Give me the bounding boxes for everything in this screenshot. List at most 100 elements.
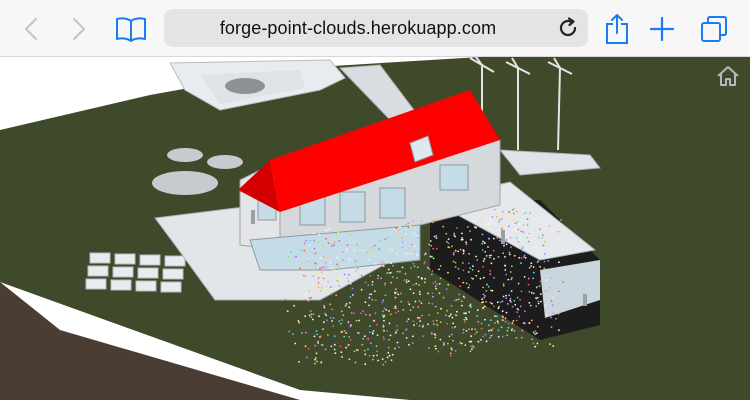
- point-cloud-point: [369, 275, 372, 277]
- url-text[interactable]: forge-point-clouds.herokuapp.com: [164, 9, 552, 47]
- point-cloud-point: [427, 267, 430, 269]
- point-cloud-point: [407, 226, 410, 229]
- point-cloud-point: [349, 302, 351, 304]
- point-cloud-point: [329, 303, 331, 306]
- point-cloud-point: [331, 308, 333, 311]
- point-cloud-point: [557, 239, 560, 242]
- point-cloud-point: [534, 345, 537, 348]
- point-cloud-point: [417, 236, 419, 239]
- point-cloud-point: [431, 270, 434, 272]
- point-cloud-point: [393, 228, 396, 231]
- point-cloud-point: [510, 329, 513, 332]
- point-cloud-point: [336, 280, 338, 282]
- point-cloud-point: [422, 324, 425, 326]
- point-cloud-point: [303, 242, 306, 245]
- forward-button[interactable]: [66, 0, 92, 57]
- point-cloud-point: [345, 332, 348, 334]
- point-cloud-point: [546, 222, 549, 224]
- point-cloud-point: [435, 319, 438, 322]
- point-cloud-point: [298, 361, 300, 363]
- point-cloud-point: [446, 309, 448, 312]
- point-cloud-point: [528, 267, 531, 269]
- home-icon[interactable]: [715, 64, 741, 88]
- point-cloud-point: [467, 226, 469, 228]
- reload-icon[interactable]: [556, 16, 580, 40]
- point-cloud-point: [312, 232, 315, 235]
- point-cloud-point: [464, 344, 467, 347]
- point-cloud-point: [459, 248, 462, 251]
- point-cloud-point: [413, 251, 416, 253]
- point-cloud-point: [507, 326, 510, 329]
- back-button[interactable]: [18, 0, 44, 57]
- point-cloud-point: [312, 313, 315, 316]
- point-cloud-point: [443, 342, 445, 344]
- point-cloud-point: [349, 282, 352, 285]
- point-cloud-point: [307, 260, 310, 263]
- point-cloud-point: [434, 305, 437, 308]
- point-cloud-point: [484, 295, 486, 297]
- point-cloud-point: [417, 317, 420, 320]
- address-bar[interactable]: forge-point-clouds.herokuapp.com: [164, 9, 588, 47]
- point-cloud-point: [308, 258, 310, 261]
- new-tab-button[interactable]: [648, 0, 676, 57]
- point-cloud-point: [308, 290, 311, 293]
- point-cloud-point: [355, 270, 357, 273]
- point-cloud-point: [452, 260, 455, 263]
- point-cloud-point: [436, 323, 439, 326]
- point-cloud-point: [338, 239, 341, 242]
- point-cloud-point: [362, 337, 365, 340]
- point-cloud-point: [428, 243, 431, 246]
- point-cloud-point: [364, 313, 367, 316]
- point-cloud-point: [401, 237, 403, 240]
- point-cloud-point: [314, 358, 316, 361]
- point-cloud-point: [317, 282, 320, 284]
- point-cloud-point: [488, 254, 491, 257]
- point-cloud-point: [418, 290, 421, 293]
- point-cloud-point: [371, 298, 374, 301]
- point-cloud-point: [381, 358, 384, 360]
- point-cloud-point: [505, 311, 508, 314]
- point-cloud-point: [414, 300, 417, 303]
- point-cloud-point: [462, 262, 464, 264]
- point-cloud-point: [319, 290, 322, 292]
- point-cloud-point: [321, 286, 323, 289]
- point-cloud-point: [501, 300, 504, 303]
- tabs-button[interactable]: [698, 0, 730, 57]
- point-cloud-point: [424, 260, 426, 263]
- point-cloud-point: [370, 246, 372, 249]
- point-cloud-point: [398, 346, 400, 349]
- point-cloud-point: [454, 261, 457, 264]
- point-cloud-point: [434, 280, 437, 283]
- point-cloud-point: [350, 312, 353, 314]
- point-cloud-point: [371, 280, 374, 283]
- point-cloud-point: [539, 280, 542, 283]
- point-cloud-point: [288, 330, 291, 333]
- point-cloud-point: [435, 234, 438, 237]
- point-cloud-point: [330, 345, 333, 348]
- point-cloud-point: [491, 302, 493, 305]
- point-cloud-point: [451, 349, 453, 351]
- share-button[interactable]: [602, 0, 632, 57]
- point-cloud-point: [434, 285, 437, 288]
- bookmarks-button[interactable]: [113, 0, 149, 57]
- point-cloud-point: [532, 331, 535, 334]
- point-cloud-point: [483, 257, 486, 260]
- car-shape: [225, 78, 265, 94]
- point-cloud-point: [390, 281, 393, 284]
- point-cloud-point: [516, 296, 519, 299]
- point-cloud-point: [387, 268, 390, 271]
- point-cloud-point: [510, 278, 513, 281]
- point-cloud-point: [384, 238, 387, 241]
- point-cloud-point: [388, 310, 390, 312]
- point-cloud-point: [309, 240, 311, 242]
- point-cloud-point: [389, 313, 392, 316]
- point-cloud-point: [366, 251, 369, 253]
- point-cloud-point: [416, 266, 419, 269]
- point-cloud-point: [451, 326, 454, 329]
- point-cloud-point: [458, 298, 460, 301]
- viewer-canvas[interactable]: [0, 57, 750, 400]
- point-cloud-point: [463, 320, 466, 323]
- point-cloud-point: [481, 242, 484, 245]
- point-cloud-point: [506, 334, 508, 337]
- point-cloud-point: [372, 358, 374, 361]
